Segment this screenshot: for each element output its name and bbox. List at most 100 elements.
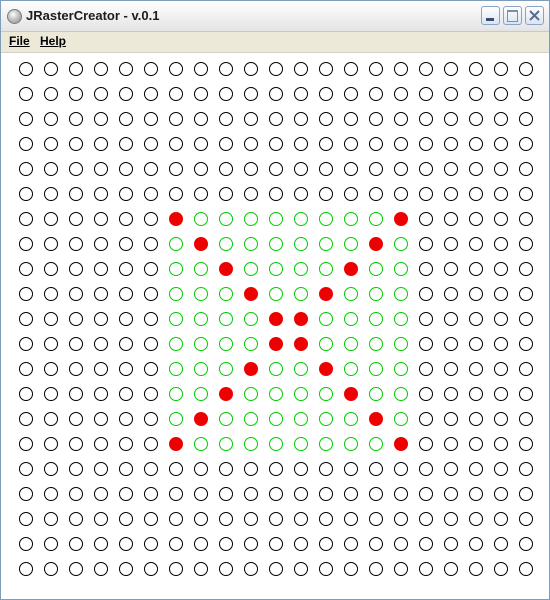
raster-cell[interactable] — [394, 137, 408, 151]
raster-cell-region[interactable] — [269, 412, 283, 426]
raster-cell[interactable] — [169, 162, 183, 176]
raster-cell-region[interactable] — [294, 212, 308, 226]
raster-cell[interactable] — [394, 112, 408, 126]
raster-cell[interactable] — [369, 537, 383, 551]
raster-cell-region[interactable] — [294, 262, 308, 276]
raster-cell[interactable] — [44, 62, 58, 76]
raster-cell-region[interactable] — [394, 262, 408, 276]
raster-cell[interactable] — [144, 187, 158, 201]
raster-cell-filled[interactable] — [394, 437, 408, 451]
raster-cell[interactable] — [119, 187, 133, 201]
raster-cell-region[interactable] — [394, 337, 408, 351]
raster-cell[interactable] — [44, 462, 58, 476]
raster-cell[interactable] — [19, 337, 33, 351]
raster-cell[interactable] — [294, 87, 308, 101]
raster-cell[interactable] — [144, 387, 158, 401]
raster-cell[interactable] — [194, 62, 208, 76]
raster-cell[interactable] — [469, 362, 483, 376]
raster-cell-region[interactable] — [369, 312, 383, 326]
raster-cell[interactable] — [244, 87, 258, 101]
raster-cell-region[interactable] — [194, 387, 208, 401]
raster-cell[interactable] — [344, 162, 358, 176]
raster-cell-region[interactable] — [269, 387, 283, 401]
raster-cell-region[interactable] — [244, 437, 258, 451]
raster-cell[interactable] — [119, 212, 133, 226]
raster-cell[interactable] — [369, 512, 383, 526]
raster-cell[interactable] — [519, 387, 533, 401]
raster-cell[interactable] — [294, 562, 308, 576]
raster-cell[interactable] — [269, 462, 283, 476]
raster-cell[interactable] — [69, 287, 83, 301]
raster-cell[interactable] — [319, 487, 333, 501]
raster-cell[interactable] — [194, 562, 208, 576]
raster-cell[interactable] — [519, 487, 533, 501]
raster-cell[interactable] — [94, 287, 108, 301]
raster-cell[interactable] — [44, 512, 58, 526]
raster-cell[interactable] — [19, 62, 33, 76]
raster-cell[interactable] — [194, 487, 208, 501]
raster-cell[interactable] — [419, 412, 433, 426]
raster-cell[interactable] — [319, 187, 333, 201]
raster-cell-filled[interactable] — [294, 312, 308, 326]
raster-cell[interactable] — [519, 512, 533, 526]
raster-cell[interactable] — [19, 537, 33, 551]
raster-cell[interactable] — [119, 437, 133, 451]
raster-cell[interactable] — [394, 162, 408, 176]
raster-cell[interactable] — [344, 62, 358, 76]
raster-cell-region[interactable] — [244, 262, 258, 276]
raster-cell-region[interactable] — [194, 437, 208, 451]
raster-cell-filled[interactable] — [269, 337, 283, 351]
raster-cell[interactable] — [469, 137, 483, 151]
raster-cell-filled[interactable] — [169, 437, 183, 451]
raster-cell[interactable] — [519, 337, 533, 351]
raster-cell-region[interactable] — [219, 437, 233, 451]
raster-cell-region[interactable] — [319, 262, 333, 276]
raster-cell-region[interactable] — [344, 362, 358, 376]
raster-cell[interactable] — [344, 112, 358, 126]
raster-cell[interactable] — [69, 62, 83, 76]
raster-cell[interactable] — [494, 337, 508, 351]
raster-cell[interactable] — [144, 112, 158, 126]
raster-cell[interactable] — [494, 562, 508, 576]
raster-cell[interactable] — [269, 137, 283, 151]
raster-cell[interactable] — [94, 362, 108, 376]
raster-cell[interactable] — [469, 87, 483, 101]
raster-cell[interactable] — [494, 112, 508, 126]
raster-cell[interactable] — [469, 287, 483, 301]
raster-cell-filled[interactable] — [219, 262, 233, 276]
raster-cell[interactable] — [19, 362, 33, 376]
raster-cell-region[interactable] — [194, 212, 208, 226]
raster-cell-region[interactable] — [369, 262, 383, 276]
raster-cell[interactable] — [19, 312, 33, 326]
raster-cell[interactable] — [44, 112, 58, 126]
raster-cell-filled[interactable] — [294, 337, 308, 351]
raster-cell[interactable] — [419, 337, 433, 351]
raster-cell[interactable] — [194, 512, 208, 526]
raster-cell[interactable] — [144, 137, 158, 151]
raster-cell[interactable] — [419, 287, 433, 301]
raster-cell[interactable] — [469, 412, 483, 426]
raster-cell-region[interactable] — [244, 312, 258, 326]
raster-cell-region[interactable] — [219, 312, 233, 326]
raster-cell[interactable] — [94, 512, 108, 526]
raster-cell-region[interactable] — [194, 287, 208, 301]
raster-cell[interactable] — [19, 412, 33, 426]
raster-cell[interactable] — [19, 437, 33, 451]
raster-cell-region[interactable] — [219, 287, 233, 301]
raster-cell-region[interactable] — [219, 212, 233, 226]
raster-cell[interactable] — [469, 187, 483, 201]
raster-cell[interactable] — [494, 62, 508, 76]
raster-cell[interactable] — [44, 187, 58, 201]
raster-cell[interactable] — [294, 112, 308, 126]
raster-cell-region[interactable] — [319, 212, 333, 226]
raster-cell-region[interactable] — [344, 337, 358, 351]
raster-cell[interactable] — [44, 337, 58, 351]
raster-cell[interactable] — [69, 312, 83, 326]
raster-cell[interactable] — [269, 87, 283, 101]
raster-cell[interactable] — [119, 312, 133, 326]
raster-cell[interactable] — [194, 537, 208, 551]
raster-cell-region[interactable] — [394, 387, 408, 401]
raster-cell[interactable] — [244, 512, 258, 526]
raster-cell[interactable] — [344, 187, 358, 201]
raster-cell-region[interactable] — [194, 312, 208, 326]
